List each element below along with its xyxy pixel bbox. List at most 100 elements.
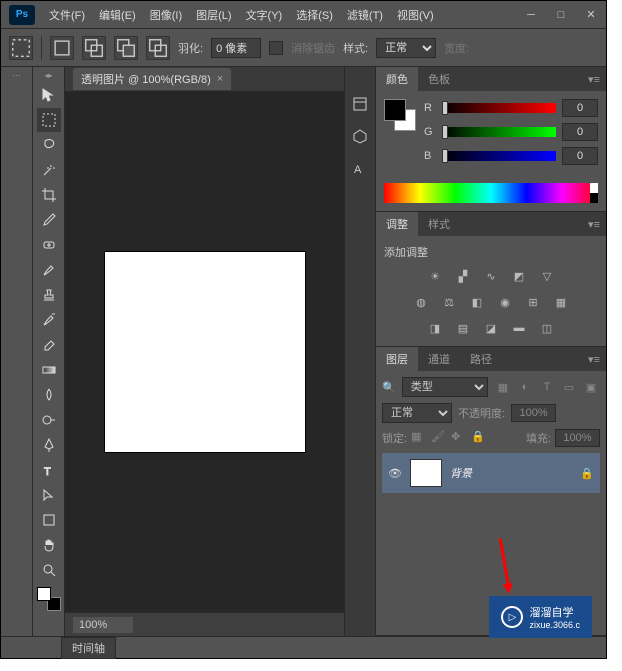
opacity-input[interactable]: [511, 404, 556, 422]
gradient-map-icon[interactable]: ▬: [509, 318, 529, 338]
adjustments-panel-menu-icon[interactable]: ▾≡: [582, 218, 606, 231]
menu-edit[interactable]: 编辑(E): [93, 3, 142, 27]
marquee-tool[interactable]: [37, 108, 61, 132]
menu-type[interactable]: 文字(Y): [240, 3, 289, 27]
type-tool[interactable]: T: [37, 458, 61, 482]
lock-position-icon[interactable]: ✥: [451, 430, 467, 446]
r-slider[interactable]: [442, 103, 556, 113]
new-selection-icon[interactable]: [50, 36, 74, 60]
g-slider[interactable]: [442, 127, 556, 137]
channel-mixer-icon[interactable]: ⊞: [523, 292, 543, 312]
brightness-icon[interactable]: ☀: [425, 266, 445, 286]
intersect-selection-icon[interactable]: [146, 36, 170, 60]
dodge-tool[interactable]: [37, 408, 61, 432]
color-spectrum[interactable]: [384, 183, 598, 203]
minimize-button[interactable]: ─: [516, 5, 546, 25]
document-tab[interactable]: 透明图片 @ 100%(RGB/8) ×: [73, 68, 231, 90]
add-selection-icon[interactable]: [82, 36, 106, 60]
invert-icon[interactable]: ◨: [425, 318, 445, 338]
shape-tool[interactable]: [37, 508, 61, 532]
move-tool[interactable]: [37, 83, 61, 107]
visibility-icon[interactable]: 👁: [388, 467, 402, 480]
tools-grip-icon[interactable]: ◂▸: [39, 71, 59, 79]
canvas[interactable]: [105, 252, 305, 452]
tab-swatches[interactable]: 色板: [418, 67, 460, 91]
antialias-checkbox[interactable]: [269, 41, 283, 55]
character-panel-icon[interactable]: A: [349, 157, 371, 179]
menu-image[interactable]: 图像(I): [144, 3, 188, 27]
marquee-tool-preset[interactable]: [9, 36, 33, 60]
menu-layer[interactable]: 图层(L): [190, 3, 237, 27]
canvas-viewport[interactable]: [65, 91, 344, 612]
eraser-tool[interactable]: [37, 333, 61, 357]
menu-file[interactable]: 文件(F): [43, 3, 91, 27]
b-value-input[interactable]: [562, 147, 598, 165]
healing-brush-tool[interactable]: [37, 233, 61, 257]
r-value-input[interactable]: [562, 99, 598, 117]
layer-name-label[interactable]: 背景: [450, 465, 572, 481]
close-button[interactable]: ✕: [576, 5, 606, 25]
bw-icon[interactable]: ◧: [467, 292, 487, 312]
eyedropper-tool[interactable]: [37, 208, 61, 232]
blur-tool[interactable]: [37, 383, 61, 407]
tab-adjustments[interactable]: 调整: [376, 212, 418, 236]
feather-input[interactable]: [211, 38, 261, 58]
layer-item-background[interactable]: 👁 背景 🔒: [382, 453, 600, 493]
magic-wand-tool[interactable]: [37, 158, 61, 182]
foreground-swatch[interactable]: [37, 587, 51, 601]
b-slider[interactable]: [442, 151, 556, 161]
properties-panel-icon[interactable]: [349, 125, 371, 147]
color-lookup-icon[interactable]: ▦: [551, 292, 571, 312]
lasso-tool[interactable]: [37, 133, 61, 157]
g-value-input[interactable]: [562, 123, 598, 141]
lock-pixels-icon[interactable]: 🖌: [431, 430, 447, 446]
levels-icon[interactable]: ▞: [453, 266, 473, 286]
filter-smart-icon[interactable]: ▣: [582, 378, 600, 396]
zoom-tool[interactable]: [37, 558, 61, 582]
timeline-tab[interactable]: 时间轴: [61, 637, 116, 659]
exposure-icon[interactable]: ◩: [509, 266, 529, 286]
foreground-background-swatches[interactable]: [37, 587, 61, 611]
color-panel-menu-icon[interactable]: ▾≡: [582, 73, 606, 86]
tab-layers[interactable]: 图层: [376, 347, 418, 371]
tab-paths[interactable]: 路径: [460, 347, 502, 371]
blend-mode-select[interactable]: 正常: [382, 403, 452, 423]
fill-input[interactable]: [555, 429, 600, 447]
tab-color[interactable]: 颜色: [376, 67, 418, 91]
style-select[interactable]: 正常: [376, 38, 436, 58]
lock-all-icon[interactable]: 🔒: [471, 430, 487, 446]
layers-panel-menu-icon[interactable]: ▾≡: [582, 353, 606, 366]
filter-pixel-icon[interactable]: ▦: [494, 378, 512, 396]
zoom-input[interactable]: 100%: [73, 617, 133, 633]
hand-tool[interactable]: [37, 533, 61, 557]
history-panel-icon[interactable]: [349, 93, 371, 115]
gutter-grip-icon[interactable]: ⋯: [7, 71, 27, 79]
history-brush-tool[interactable]: [37, 308, 61, 332]
filter-type-icon[interactable]: T: [538, 378, 556, 396]
lock-transparency-icon[interactable]: ▦: [411, 430, 427, 446]
menu-filter[interactable]: 滤镜(T): [341, 3, 389, 27]
posterize-icon[interactable]: ▤: [453, 318, 473, 338]
subtract-selection-icon[interactable]: [114, 36, 138, 60]
menu-view[interactable]: 视图(V): [391, 3, 440, 27]
stamp-tool[interactable]: [37, 283, 61, 307]
tab-styles[interactable]: 样式: [418, 212, 460, 236]
tab-channels[interactable]: 通道: [418, 347, 460, 371]
gradient-tool[interactable]: [37, 358, 61, 382]
filter-type-select[interactable]: 类型: [402, 377, 488, 397]
color-swatches[interactable]: [384, 99, 416, 131]
balance-icon[interactable]: ⚖: [439, 292, 459, 312]
selective-color-icon[interactable]: ◫: [537, 318, 557, 338]
fg-color-swatch[interactable]: [384, 99, 406, 121]
crop-tool[interactable]: [37, 183, 61, 207]
vibrance-icon[interactable]: ▽: [537, 266, 557, 286]
pen-tool[interactable]: [37, 433, 61, 457]
menu-select[interactable]: 选择(S): [290, 3, 339, 27]
filter-shape-icon[interactable]: ▭: [560, 378, 578, 396]
curves-icon[interactable]: ∿: [481, 266, 501, 286]
maximize-button[interactable]: □: [546, 5, 576, 25]
brush-tool[interactable]: [37, 258, 61, 282]
threshold-icon[interactable]: ◪: [481, 318, 501, 338]
filter-adjust-icon[interactable]: ◐: [516, 378, 534, 396]
layer-thumbnail[interactable]: [410, 459, 442, 487]
